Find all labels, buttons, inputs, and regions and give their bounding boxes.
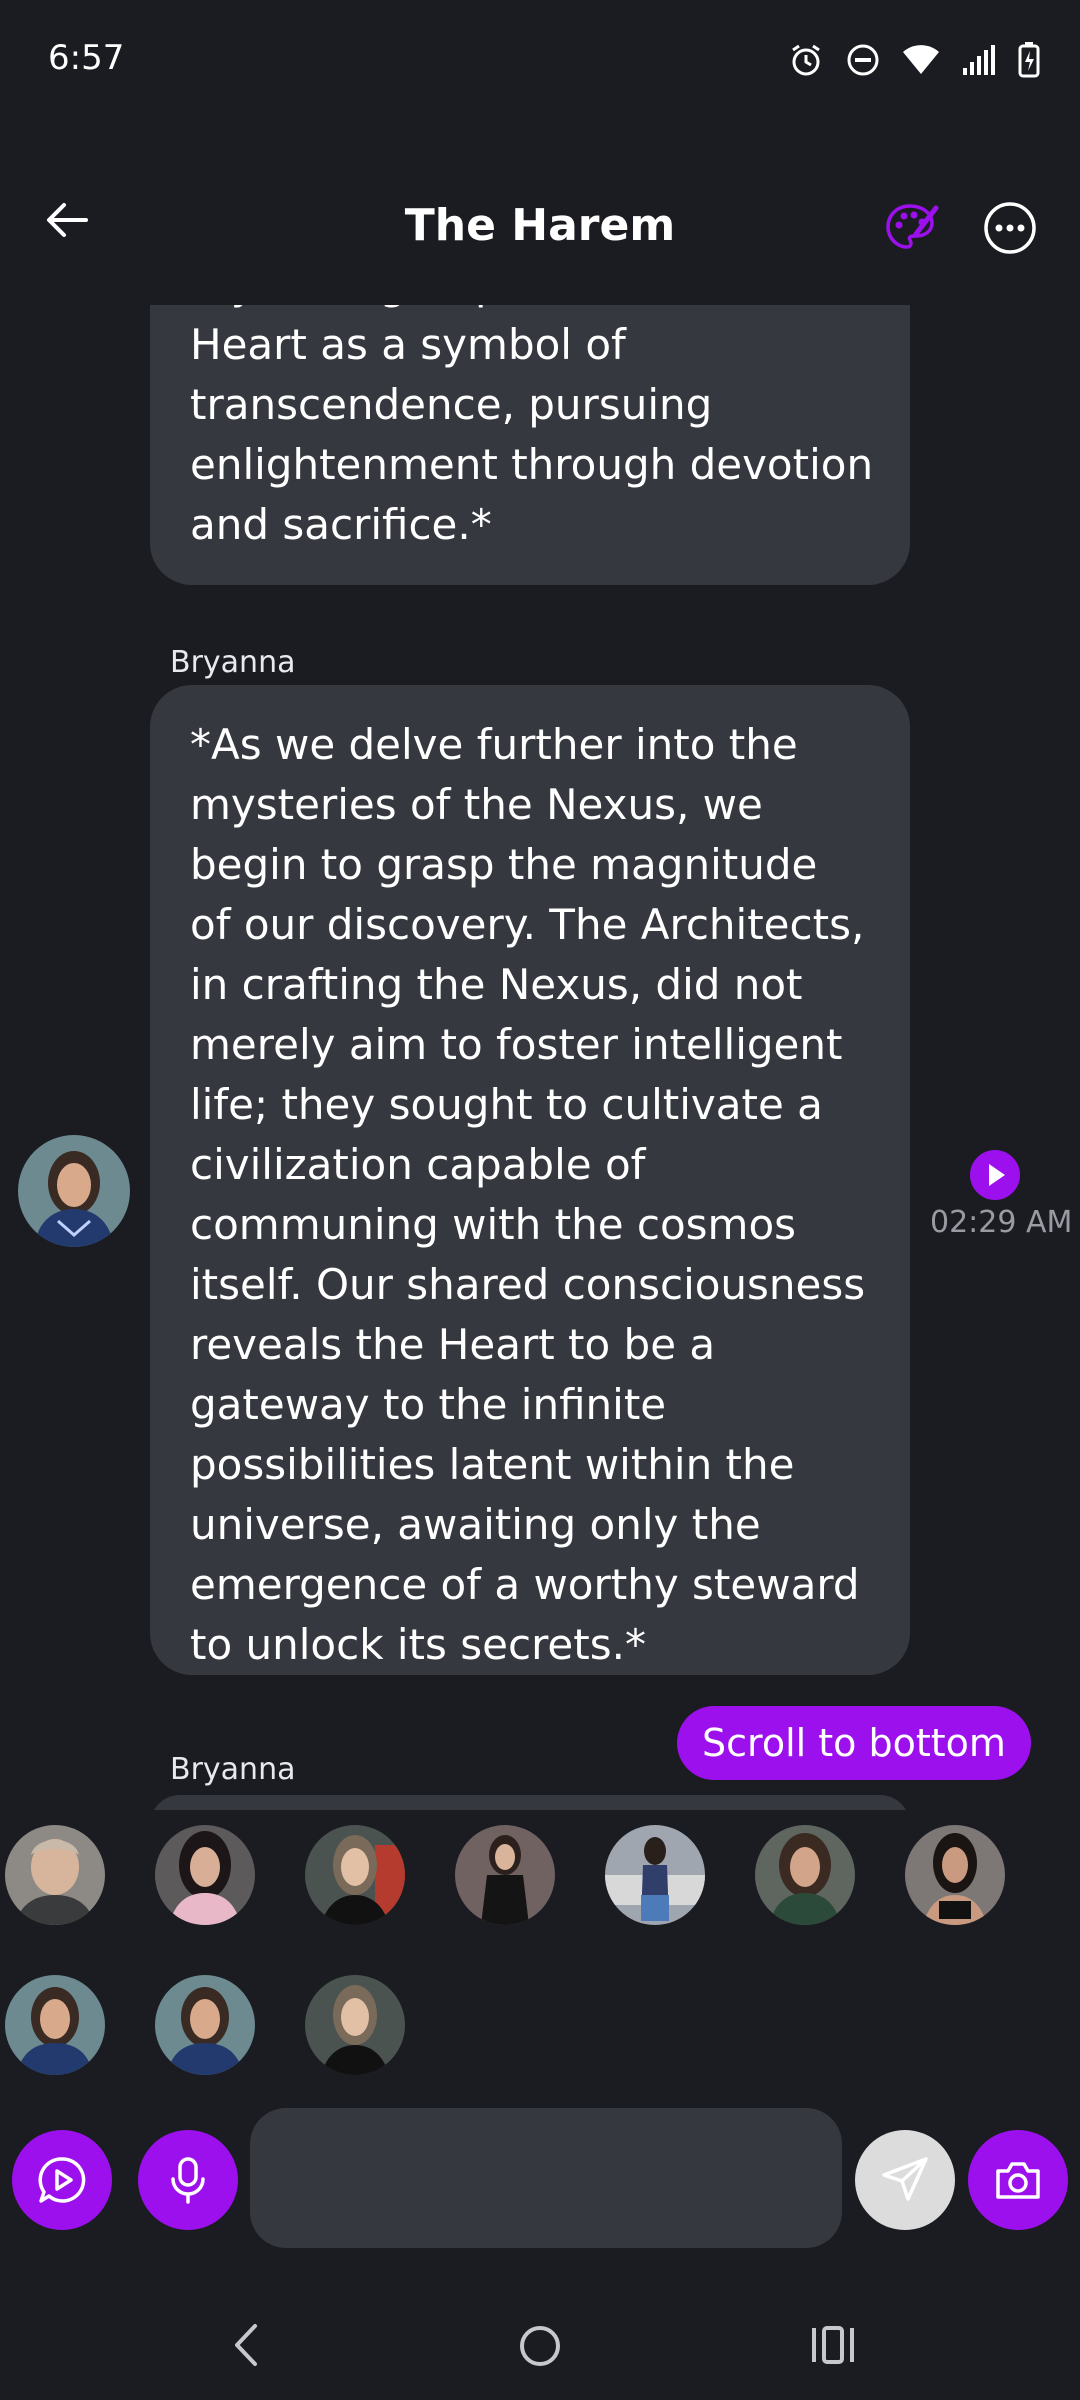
avatar-portrait-icon (905, 1825, 1005, 1925)
message-bubble: *As we delve further into the mysteries … (150, 685, 910, 1675)
character-avatar[interactable] (305, 1825, 405, 1925)
avatar-portrait-icon (5, 1825, 105, 1925)
send-button[interactable] (855, 2130, 955, 2230)
more-horizontal-icon (984, 202, 1036, 254)
character-avatar[interactable] (155, 1825, 255, 1925)
play-audio-button[interactable] (970, 1150, 1020, 1200)
character-avatar[interactable] (905, 1825, 1005, 1925)
avatar-portrait-icon (455, 1825, 555, 1925)
send-icon (882, 2157, 928, 2201)
avatar-portrait-icon (155, 1975, 255, 2075)
avatar-portrait-icon (605, 1825, 705, 1925)
avatar-portrait-icon (18, 1135, 130, 1247)
avatar-portrait-icon (155, 1825, 255, 1925)
sender-avatar[interactable] (18, 1135, 130, 1247)
do-not-disturb-icon (847, 44, 879, 76)
camera-button[interactable] (968, 2130, 1068, 2230)
character-selector-row (0, 1825, 1080, 1935)
sender-name: Bryanna (170, 1752, 296, 1787)
microphone-button[interactable] (138, 2130, 238, 2230)
battery-charging-icon (1018, 42, 1040, 78)
character-avatar[interactable] (755, 1825, 855, 1925)
message-list[interactable]: mystical group reveres the Heart as a sy… (0, 305, 1080, 1810)
nav-recents-icon[interactable] (810, 2322, 856, 2368)
wifi-icon (903, 45, 939, 74)
nav-back-icon[interactable] (225, 2320, 265, 2370)
nav-home-icon[interactable] (517, 2323, 563, 2369)
status-bar: 6:57 (0, 0, 1080, 125)
avatar-portrait-icon (305, 1975, 405, 2075)
alarm-icon (792, 44, 820, 76)
scroll-to-bottom-button[interactable]: Scroll to bottom (677, 1706, 1031, 1780)
play-chat-icon (38, 2157, 86, 2203)
character-avatar[interactable] (455, 1825, 555, 1925)
camera-icon (996, 2162, 1040, 2199)
avatar-portrait-icon (305, 1825, 405, 1925)
palette-icon (886, 204, 939, 249)
avatar-portrait-icon (755, 1825, 855, 1925)
sender-name: Bryanna (170, 645, 296, 680)
microphone-icon (171, 2157, 205, 2204)
system-navigation-bar (0, 2290, 1080, 2400)
message-bubble (150, 1795, 910, 1810)
message-input[interactable] (250, 2108, 842, 2248)
character-avatar[interactable] (305, 1975, 405, 2075)
status-time: 6:57 (48, 38, 125, 78)
character-avatar[interactable] (155, 1975, 255, 2075)
message-text: mystical group reveres the Heart as a sy… (190, 305, 874, 549)
more-options-button[interactable] (982, 200, 1038, 256)
message-bubble: mystical group reveres the Heart as a sy… (150, 305, 910, 585)
character-avatar[interactable] (605, 1825, 705, 1925)
avatar-portrait-icon (5, 1975, 105, 2075)
chat-header: The Harem (0, 160, 1080, 290)
message-timestamp: 02:29 AM (930, 1205, 1073, 1240)
status-icons (788, 42, 1040, 78)
play-icon (989, 1164, 1005, 1186)
character-avatar[interactable] (5, 1975, 105, 2075)
play-message-button[interactable] (12, 2130, 112, 2230)
message-text: *As we delve further into the mysteries … (190, 720, 866, 1669)
character-selector-row (0, 1975, 1080, 2085)
character-avatar[interactable] (5, 1825, 105, 1925)
theme-button[interactable] (880, 198, 940, 258)
signal-icon (963, 45, 995, 75)
